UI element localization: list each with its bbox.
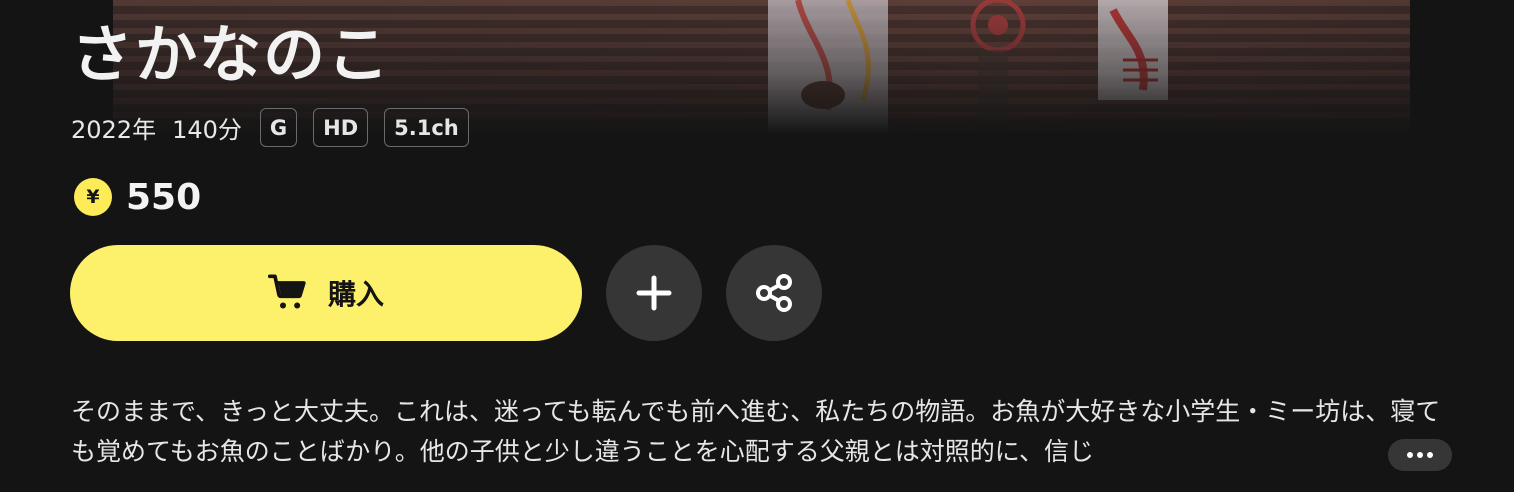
plus-icon <box>636 275 672 311</box>
buy-button[interactable]: 購入 <box>70 245 582 341</box>
quality-badge: HD <box>313 108 369 147</box>
duration: 140分 <box>172 116 242 144</box>
price-value: 550 <box>126 176 202 218</box>
expand-synopsis-button[interactable] <box>1388 439 1452 471</box>
title-detail-page: さかなのこ 2022年 140分 G HD 5.1ch ¥ 550 購入 そのま… <box>0 0 1514 492</box>
audio-badge: 5.1ch <box>384 108 469 147</box>
page-title: さかなのこ <box>71 18 392 91</box>
metadata-row: 2022年 140分 G HD 5.1ch <box>71 107 469 148</box>
share-icon <box>756 274 792 312</box>
release-year: 2022年 <box>71 116 157 144</box>
rating-badge: G <box>259 108 298 147</box>
synopsis-text: そのままで、きっと大丈夫。これは、迷っても転んでも前へ進む、私たちの物語。お魚が… <box>71 397 1441 466</box>
synopsis-fade <box>1330 432 1390 472</box>
cart-icon <box>267 274 306 309</box>
share-button[interactable] <box>726 245 822 341</box>
add-to-list-button[interactable] <box>606 245 702 341</box>
price-row: ¥ 550 <box>74 176 201 218</box>
ellipsis-icon <box>1407 452 1433 458</box>
buy-button-label: 購入 <box>327 278 384 311</box>
yen-icon: ¥ <box>74 178 112 216</box>
